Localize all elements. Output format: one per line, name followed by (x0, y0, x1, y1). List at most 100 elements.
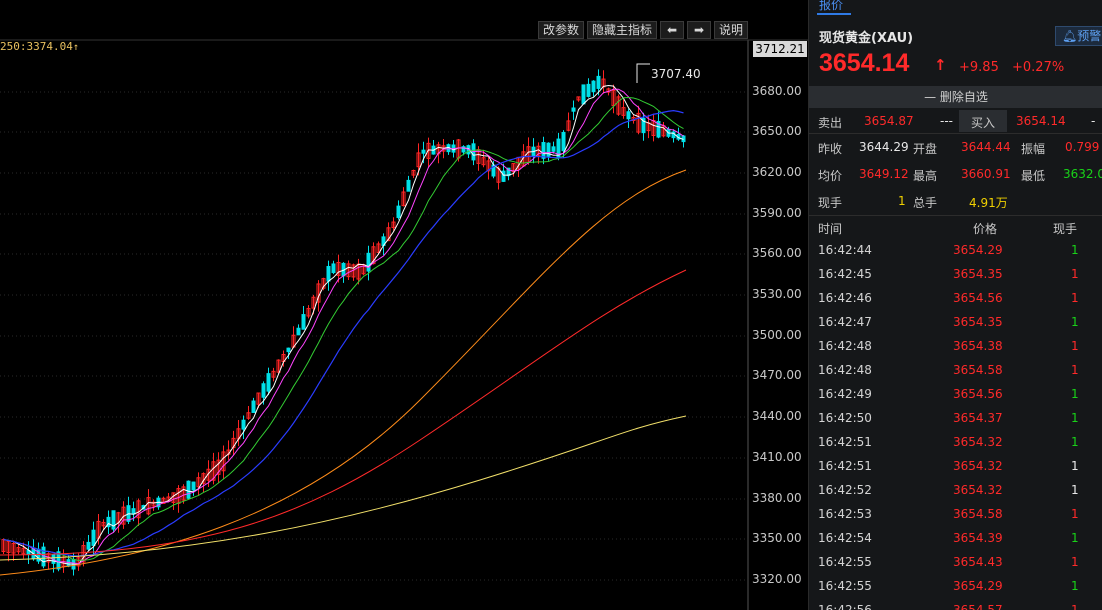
tick-time: 16:42:44 (818, 243, 872, 257)
ma-line-magenta (3, 88, 684, 565)
hide-indicator-button[interactable]: 隐藏主指标 (587, 21, 658, 39)
tick-row: 16:42:51 3654.32 1 (809, 432, 1102, 456)
up-arrow-icon: ↑ (934, 56, 947, 74)
tick-volume: 1 (1071, 507, 1079, 521)
tick-price: 3654.29 (953, 243, 1003, 257)
tick-time: 16:42:55 (818, 555, 872, 569)
y-tick-label: 3410.00 (752, 450, 802, 464)
open-value: 3644.44 (961, 140, 1011, 154)
candle-body (561, 132, 566, 152)
candle-body (406, 179, 411, 192)
tick-volume: 1 (1071, 363, 1079, 377)
tick-row: 16:42:49 3654.56 1 (809, 384, 1102, 408)
tick-row: 16:42:53 3654.58 1 (809, 504, 1102, 528)
ma-line-yellow (0, 415, 687, 561)
buy-volume: - (1091, 114, 1096, 128)
arrow-left-icon[interactable]: ⬅ (660, 21, 685, 39)
arrow-right-icon[interactable]: ➡ (687, 21, 712, 39)
sell-label: 卖出 (818, 116, 843, 130)
tick-time: 16:42:53 (818, 507, 872, 521)
y-tick-label: 3530.00 (752, 287, 802, 301)
candle-body (86, 541, 91, 550)
tick-price: 3654.32 (953, 435, 1003, 449)
tick-volume: 1 (1071, 267, 1079, 281)
y-tick-label: 3440.00 (752, 409, 802, 423)
high-value: 3660.91 (961, 167, 1011, 181)
tick-price: 3654.35 (953, 315, 1003, 329)
candle-body (251, 400, 256, 413)
prev-close-label: 昨收 (818, 142, 843, 156)
candle-body (286, 347, 291, 353)
candle-body (331, 263, 336, 274)
tick-volume: 1 (1071, 531, 1079, 545)
price-change: +9.85 (959, 60, 999, 75)
stats-row-1: 昨收 3644.29 开盘 3644.44 振幅 0.799 (809, 136, 1102, 158)
sell-price: 3654.87 (864, 114, 914, 128)
tick-row: 16:42:46 3654.56 1 (809, 288, 1102, 312)
ticks-header-volume: 现手 (1053, 222, 1078, 236)
y-tick-label: 3560.00 (752, 246, 802, 260)
stats-row-2: 均价 3649.12 最高 3660.91 最低 3632.02 (809, 163, 1102, 185)
y-tick-label: 3620.00 (752, 165, 802, 179)
tick-price: 3654.57 (953, 603, 1003, 610)
amplitude-label: 振幅 (1021, 142, 1046, 156)
tick-row: 16:42:48 3654.58 1 (809, 360, 1102, 384)
tick-time: 16:42:51 (818, 435, 872, 449)
tick-volume: 1 (1071, 291, 1079, 305)
divider (809, 215, 1102, 216)
prev-close-value: 3644.29 (859, 140, 909, 154)
tick-price: 3654.38 (953, 339, 1003, 353)
tab-quote[interactable]: 报价 (819, 0, 843, 13)
avg-label: 均价 (818, 169, 843, 183)
y-tick-label: 3650.00 (752, 124, 802, 138)
explain-button[interactable]: 说明 (714, 21, 749, 39)
change-params-button[interactable]: 改参数 (538, 21, 585, 39)
candle-body (571, 107, 576, 112)
tick-time: 16:42:49 (818, 387, 872, 401)
tick-price: 3654.29 (953, 579, 1003, 593)
buy-label: 买入 (971, 116, 996, 130)
y-tick-label: 3470.00 (752, 368, 802, 382)
candle-body (186, 480, 191, 499)
tick-time: 16:42:52 (818, 483, 872, 497)
alert-button[interactable]: 🔔︎预警 (1055, 26, 1102, 46)
candle-body (396, 205, 401, 218)
candle-body (326, 265, 331, 282)
tick-time: 16:42:50 (818, 411, 872, 425)
candle-body (366, 252, 371, 272)
current-price-tag: 3712.21 (753, 41, 807, 57)
tick-volume: 1 (1071, 315, 1079, 329)
candle-body (541, 142, 546, 159)
candle-body (301, 314, 306, 330)
ma-indicator-label: 250:3374.04↑ (0, 40, 79, 53)
divider (809, 133, 1102, 134)
tick-time: 16:42:54 (818, 531, 872, 545)
candle-body (91, 529, 96, 546)
ma-line-green (3, 97, 684, 561)
bell-icon: 🔔︎ (1062, 29, 1078, 43)
remove-watchlist-button[interactable]: — 删除自选 (809, 86, 1102, 108)
ma-line-red (0, 269, 687, 556)
tick-volume: 1 (1071, 243, 1079, 257)
bid-ask-row: 卖出 3654.87 --- 买入 3654.14 - (809, 110, 1102, 132)
tick-price: 3654.58 (953, 363, 1003, 377)
kline-chart-panel[interactable]: 改参数 隐藏主指标 ⬅ ➡ 说明 250:3374.04↑ 3712.21 37… (0, 0, 808, 610)
tick-volume: 1 (1071, 603, 1079, 610)
candle-body (241, 419, 246, 430)
tick-price: 3654.35 (953, 267, 1003, 281)
low-label: 最低 (1021, 169, 1046, 183)
candle-body (586, 83, 591, 97)
candle-body (421, 149, 426, 154)
tick-price: 3654.37 (953, 411, 1003, 425)
tick-row: 16:42:48 3654.38 1 (809, 336, 1102, 360)
candlestick-chart[interactable] (0, 0, 808, 610)
y-tick-label: 3500.00 (752, 328, 802, 342)
tick-row: 16:42:45 3654.35 1 (809, 264, 1102, 288)
tick-row: 16:42:56 3654.57 1 (809, 600, 1102, 610)
candle-body (591, 80, 596, 93)
tick-volume: 1 (1071, 411, 1079, 425)
tick-price: 3654.58 (953, 507, 1003, 521)
y-tick-label: 3680.00 (752, 84, 802, 98)
tick-row: 16:42:55 3654.29 1 (809, 576, 1102, 600)
tick-volume: 1 (1071, 339, 1079, 353)
